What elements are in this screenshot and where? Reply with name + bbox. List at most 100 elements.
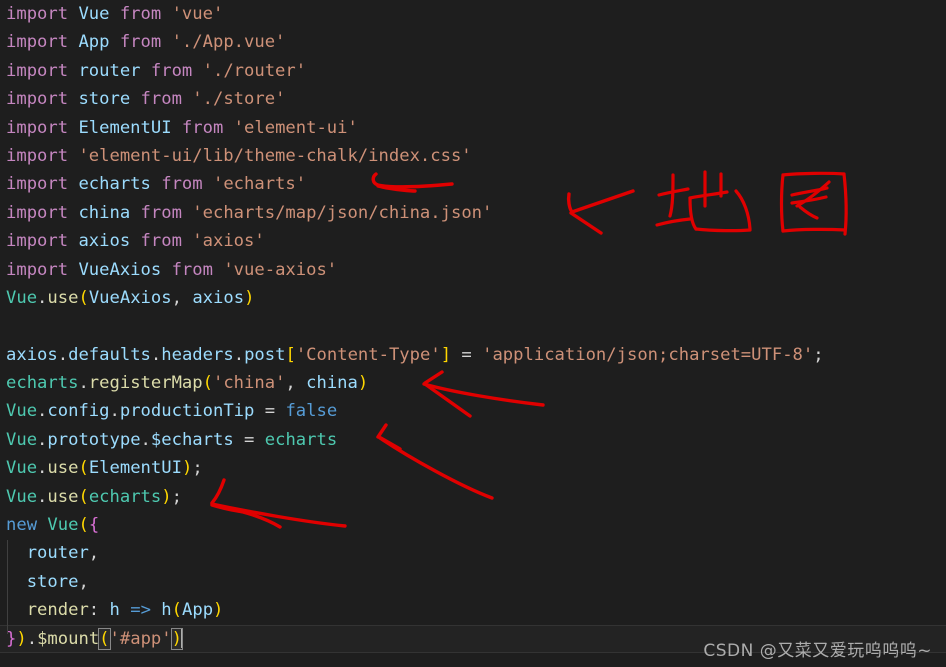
- code-token: registerMap: [88, 373, 203, 394]
- code-token: ): [16, 628, 27, 649]
- code-token: Vue: [78, 4, 110, 24]
- indent-guide: [7, 540, 8, 634]
- code-token: from: [161, 259, 224, 280]
- code-token: .: [37, 486, 48, 507]
- code-token: Vue: [6, 287, 38, 308]
- code-token: import: [6, 4, 79, 24]
- code-token: 'Content-Type': [295, 344, 441, 365]
- code-token: 'echarts/map/json/china.json': [192, 202, 493, 223]
- code-token: :: [88, 600, 110, 621]
- code-token: echarts: [88, 486, 162, 507]
- code-token: 'echarts': [212, 174, 307, 195]
- code-token: Vue: [6, 458, 38, 479]
- code-token: Vue: [6, 401, 38, 422]
- code-token: 'element-ui': [233, 117, 358, 138]
- code-line-7[interactable]: import echarts from 'echarts': [0, 170, 946, 198]
- code-token: echarts: [78, 174, 151, 195]
- code-token: from: [130, 231, 193, 252]
- code-token: (: [98, 627, 111, 650]
- code-token: store: [26, 571, 79, 592]
- code-token: router: [26, 543, 89, 564]
- code-token: ): [181, 458, 193, 479]
- code-line-12[interactable]: [0, 312, 946, 340]
- code-line-21[interactable]: store,: [0, 568, 946, 596]
- code-editor-surface[interactable]: import Vue from 'vue' import App from './…: [0, 0, 946, 667]
- code-token: ElementUI: [88, 458, 182, 479]
- code-line-19[interactable]: new Vue({: [0, 511, 946, 539]
- code-line-10[interactable]: import VueAxios from 'vue-axios': [0, 256, 946, 284]
- code-token: echarts: [264, 429, 338, 450]
- code-token: .: [78, 373, 89, 394]
- code-line-13[interactable]: axios.defaults.headers.post['Content-Typ…: [0, 341, 946, 369]
- code-line-6[interactable]: import 'element-ui/lib/theme-chalk/index…: [0, 142, 946, 170]
- code-token: ,: [78, 571, 89, 592]
- code-token: from: [109, 32, 172, 53]
- code-token: ,: [171, 287, 193, 308]
- code-token: import: [6, 117, 79, 138]
- code-token: ): [213, 600, 224, 621]
- code-token: defaults: [68, 344, 151, 365]
- code-token: china: [306, 373, 358, 394]
- code-token: use: [47, 287, 79, 308]
- code-line-2[interactable]: import App from './App.vue': [0, 28, 946, 56]
- code-line-15[interactable]: Vue.config.productionTip = false: [0, 397, 946, 425]
- code-line-9[interactable]: import axios from 'axios': [0, 227, 946, 255]
- code-token: .: [109, 401, 120, 422]
- code-line-3[interactable]: import router from './router': [0, 57, 946, 85]
- code-line-4[interactable]: import store from './store': [0, 85, 946, 113]
- code-line-1[interactable]: import Vue from 'vue': [0, 0, 946, 28]
- code-token: axios: [6, 344, 58, 365]
- code-token: echarts: [6, 373, 79, 394]
- code-token: 'element-ui/lib/theme-chalk/index.css': [78, 145, 472, 166]
- code-token: china: [78, 202, 131, 223]
- code-line-14[interactable]: echarts.registerMap('china', china): [0, 369, 946, 397]
- code-token: import: [6, 202, 79, 223]
- code-token: App: [78, 32, 110, 53]
- code-token: import: [6, 174, 79, 195]
- code-token: ;: [192, 458, 203, 479]
- code-token: ,: [285, 373, 307, 394]
- code-token: import: [6, 32, 79, 53]
- code-token: .: [57, 344, 69, 365]
- code-token: {: [88, 515, 100, 536]
- code-token: from: [150, 174, 213, 195]
- code-line-11[interactable]: Vue.use(VueAxios, axios): [0, 284, 946, 312]
- code-token: './App.vue': [171, 32, 286, 53]
- code-token: VueAxios: [88, 287, 172, 308]
- code-token: from: [130, 202, 193, 223]
- code-token: =: [233, 429, 265, 450]
- code-line-22[interactable]: render: h => h(App): [0, 596, 946, 624]
- code-line-5[interactable]: import ElementUI from 'element-ui': [0, 114, 946, 142]
- code-token: Vue: [47, 515, 79, 536]
- code-line-18[interactable]: Vue.use(echarts);: [0, 483, 946, 511]
- code-token: false: [285, 401, 338, 422]
- csdn-watermark: CSDN @又菜又爱玩呜呜呜~: [703, 641, 932, 661]
- code-token: 'vue-axios': [223, 259, 338, 280]
- code-token: productionTip: [119, 401, 255, 422]
- code-line-16[interactable]: Vue.prototype.$echarts = echarts: [0, 426, 946, 454]
- code-token: (: [78, 287, 89, 308]
- code-line-8[interactable]: import china from 'echarts/map/json/chin…: [0, 199, 946, 227]
- code-token: h: [161, 600, 172, 621]
- code-token: ;: [171, 486, 182, 507]
- code-token: import: [6, 231, 79, 252]
- code-token: .: [37, 287, 48, 308]
- code-token: Vue: [6, 486, 38, 507]
- code-token: from: [171, 117, 234, 138]
- code-token: VueAxios: [78, 259, 162, 280]
- text-caret: [180, 627, 183, 648]
- code-token: from: [140, 60, 203, 81]
- code-line-20[interactable]: router,: [0, 539, 946, 567]
- code-token: axios: [192, 287, 245, 308]
- code-token: render: [26, 600, 89, 621]
- code-token: [: [285, 344, 296, 365]
- code-line-17[interactable]: Vue.use(ElementUI);: [0, 454, 946, 482]
- code-token: headers: [161, 344, 234, 365]
- code-token: router: [78, 60, 141, 81]
- code-editor-screenshot: import Vue from 'vue' import App from './…: [0, 0, 946, 667]
- code-token: ): [244, 287, 255, 308]
- code-token: config: [47, 401, 110, 422]
